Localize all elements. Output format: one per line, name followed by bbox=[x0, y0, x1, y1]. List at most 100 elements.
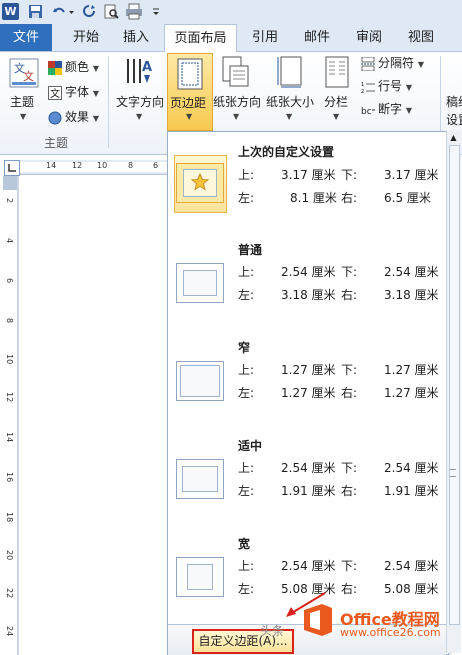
top-label: 上: bbox=[238, 461, 255, 475]
text-direction-icon: A bbox=[127, 59, 152, 83]
redo-icon[interactable] bbox=[82, 3, 96, 20]
bottom-label: 下: bbox=[341, 363, 358, 377]
top-value: 2.54 厘米 bbox=[281, 461, 336, 475]
bottom-label: 下: bbox=[341, 461, 358, 475]
scroll-up-icon[interactable]: ▲ bbox=[449, 133, 458, 142]
top-value: 1.27 厘米 bbox=[281, 363, 336, 377]
tab-mailings[interactable]: 邮件 bbox=[296, 24, 338, 51]
margin-preset-last-custom[interactable]: 上次的自定义设置 上: 3.17 厘米 下: 3.17 厘米 左: 8.1 厘米… bbox=[168, 132, 439, 230]
horizontal-ruler[interactable]: 14 12 10 8 6 bbox=[20, 160, 170, 175]
preset-name: 宽 bbox=[238, 537, 251, 551]
bottom-value: 3.17 厘米 bbox=[384, 168, 439, 182]
svg-text:A: A bbox=[142, 60, 152, 75]
margin-preset-normal[interactable]: 普通 上: 2.54 厘米 下: 2.54 厘米 左: 3.18 厘米 右: 3… bbox=[168, 230, 439, 328]
tab-home[interactable]: 开始 bbox=[63, 24, 109, 51]
right-value: 3.18 厘米 bbox=[384, 288, 439, 302]
breaks-button[interactable]: 分隔符 ▼ bbox=[361, 53, 424, 73]
margin-thumbnail-icon bbox=[176, 459, 224, 499]
ruler-tick: 14 bbox=[46, 161, 57, 170]
scroll-grip-icon bbox=[450, 469, 456, 477]
office-logo-icon bbox=[304, 604, 332, 636]
tab-selector[interactable] bbox=[4, 160, 20, 176]
ruler-tick: 20 bbox=[5, 550, 14, 561]
top-value: 3.17 厘米 bbox=[281, 168, 336, 182]
orientation-label: 纸张方向 bbox=[213, 95, 262, 109]
fonts-icon: 文 bbox=[48, 85, 62, 100]
svg-text:2: 2 bbox=[361, 89, 364, 94]
ruler-page-area bbox=[20, 162, 170, 172]
tab-page-layout[interactable]: 页面布局 bbox=[164, 24, 237, 53]
text-direction-label: 文字方向 bbox=[116, 95, 165, 109]
line-numbers-button[interactable]: 1 2 行号 ▼ bbox=[361, 76, 412, 96]
tab-view[interactable]: 视图 bbox=[400, 24, 442, 51]
menu-scrollbar[interactable]: ▲ bbox=[446, 131, 461, 653]
print-icon[interactable] bbox=[125, 3, 143, 20]
tab-file[interactable]: 文件 bbox=[0, 24, 52, 51]
effects-button[interactable]: 效果 ▼ bbox=[48, 107, 99, 127]
ruler-tick: 10 bbox=[5, 354, 14, 365]
effects-label: 效果 bbox=[65, 110, 90, 124]
ruler-tick: 6 bbox=[5, 278, 14, 284]
columns-icon bbox=[325, 56, 349, 88]
undo-dropdown-icon[interactable] bbox=[68, 3, 75, 20]
manuscript-label[interactable]: 稿纸 bbox=[446, 93, 462, 110]
margins-button[interactable]: 页边距 ▼ bbox=[167, 53, 213, 131]
customize-qat-icon[interactable] bbox=[151, 3, 161, 20]
themes-icon: 文文 bbox=[9, 58, 39, 88]
preset-name: 适中 bbox=[238, 439, 263, 453]
tab-insert[interactable]: 插入 bbox=[113, 24, 159, 51]
hyphenation-icon: bc bbox=[361, 107, 375, 117]
margins-dropdown-menu: 上次的自定义设置 上: 3.17 厘米 下: 3.17 厘米 左: 8.1 厘米… bbox=[167, 131, 449, 655]
scroll-thumb[interactable] bbox=[449, 145, 460, 625]
colors-dropdown-icon: ▼ bbox=[92, 64, 99, 73]
right-value: 1.91 厘米 bbox=[384, 484, 439, 498]
breaks-dropdown-icon: ▼ bbox=[417, 60, 424, 69]
fonts-button[interactable]: 文字体 ▼ bbox=[48, 82, 99, 102]
watermark: 头条 Office教程网 www.office26.com bbox=[260, 602, 460, 652]
right-label: 右: bbox=[341, 582, 358, 596]
ruler-tick: 2 bbox=[5, 198, 14, 204]
margin-preset-moderate[interactable]: 适中 上: 2.54 厘米 下: 2.54 厘米 左: 1.91 厘米 右: 1… bbox=[168, 426, 439, 524]
fonts-label: 字体 bbox=[65, 85, 90, 99]
save-icon[interactable] bbox=[28, 3, 43, 20]
tab-review[interactable]: 审阅 bbox=[348, 24, 390, 51]
hyphenation-button[interactable]: bc 断字 ▼ bbox=[361, 99, 412, 119]
ruler-tick: 16 bbox=[5, 472, 14, 483]
fonts-dropdown-icon: ▼ bbox=[92, 89, 99, 98]
page-size-icon bbox=[277, 56, 302, 88]
margins-label: 页边距 bbox=[170, 96, 207, 110]
vertical-ruler[interactable]: 2 4 6 8 10 12 14 16 18 20 22 24 bbox=[3, 176, 18, 655]
ruler-tick: 18 bbox=[5, 512, 14, 523]
left-value: 8.1 厘米 bbox=[290, 191, 337, 205]
ruler-tick: 24 bbox=[5, 626, 14, 637]
left-value: 3.18 厘米 bbox=[281, 288, 336, 302]
preset-name: 普通 bbox=[238, 243, 263, 257]
bottom-label: 下: bbox=[341, 559, 358, 573]
ruler-tick: 4 bbox=[5, 238, 14, 244]
preset-name: 上次的自定义设置 bbox=[238, 145, 335, 159]
tab-references[interactable]: 引用 bbox=[244, 24, 286, 51]
word-logo-icon: W bbox=[2, 3, 19, 20]
left-label: 左: bbox=[238, 582, 255, 596]
left-value: 1.27 厘米 bbox=[281, 386, 336, 400]
margin-preset-narrow[interactable]: 窄 上: 1.27 厘米 下: 1.27 厘米 左: 1.27 厘米 右: 1.… bbox=[168, 328, 439, 426]
effects-dropdown-icon: ▼ bbox=[92, 114, 99, 123]
breaks-icon bbox=[361, 56, 375, 71]
print-preview-icon[interactable] bbox=[103, 3, 119, 20]
manuscript-settings-label[interactable]: 设置 bbox=[446, 111, 462, 128]
colors-button[interactable]: 颜色 ▼ bbox=[48, 57, 99, 77]
undo-icon[interactable] bbox=[52, 3, 66, 20]
left-tab-icon bbox=[8, 164, 16, 172]
ribbon-tabs: 文件 开始 插入 页面布局 引用 邮件 审阅 视图 bbox=[0, 24, 462, 53]
top-label: 上: bbox=[238, 363, 255, 377]
top-value: 2.54 厘米 bbox=[281, 265, 336, 279]
text-direction-dropdown-icon: ▼ bbox=[136, 112, 143, 121]
bottom-label: 下: bbox=[341, 168, 358, 182]
document-page[interactable] bbox=[18, 176, 169, 655]
ruler-tick: 12 bbox=[72, 161, 83, 170]
watermark-url: www.office26.com bbox=[340, 626, 441, 639]
ruler-tick: 6 bbox=[153, 161, 159, 170]
hyphenation-dropdown-icon: ▼ bbox=[405, 106, 412, 115]
orientation-dropdown-icon: ▼ bbox=[233, 112, 240, 121]
line-numbers-icon: 12 bbox=[361, 82, 375, 94]
